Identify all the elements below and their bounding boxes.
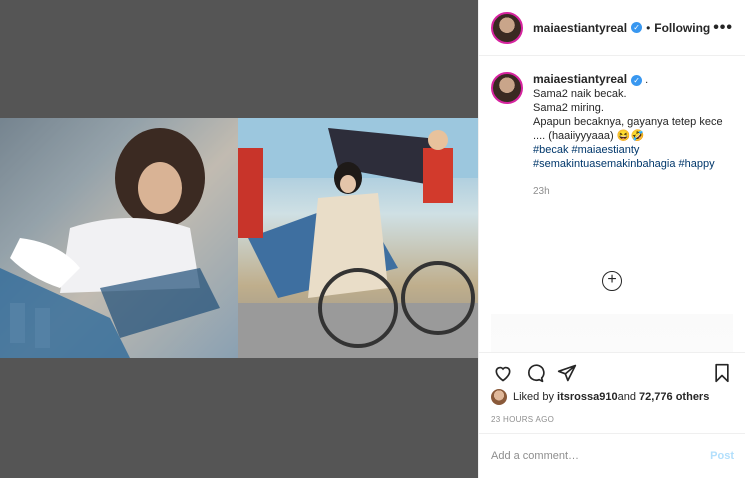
caption-line: .... (haaiiyyyaaa) 😆🤣 [533,130,645,142]
liker-username[interactable]: itsrossa910 [557,391,618,403]
comments-placeholder [491,314,733,352]
hashtag-line[interactable]: #semakintuasemakinbahagia #happy [533,157,723,171]
post-side-panel: maiaestiantyreal ✓ • Following ••• maiae… [478,0,745,478]
load-more-comments-icon[interactable]: + [602,271,622,291]
likes-middle: and [617,391,636,403]
comments-area: maiaestiantyreal ✓ . Sama2 naik becak. Sa… [479,56,745,352]
more-options-icon[interactable]: ••• [713,19,733,37]
post-timestamp: 23 HOURS AGO [491,415,555,424]
photo-right-becak-modern [238,118,478,358]
likes-prefix: Liked by [513,391,554,403]
verified-badge-icon: ✓ [631,22,643,33]
author-avatar[interactable] [491,11,523,44]
caption-suffix: . [645,74,649,86]
caption-line: Apapun becaknya, gayanya tetep kece [533,116,723,128]
add-comment-bar: Post [479,433,745,478]
comment-icon[interactable] [523,361,547,385]
likes-count-link[interactable]: 72,776 others [639,391,709,403]
following-button[interactable]: Following [654,21,710,35]
caption-line: Sama2 naik becak. [533,88,627,100]
separator-dot: • [646,20,651,35]
post-media[interactable] [0,0,478,478]
caption-line: Sama2 miring. [533,102,604,114]
caption-time: 23h [533,186,550,197]
photo-right-art [238,118,478,358]
instagram-post-view: maiaestiantyreal ✓ • Following ••• maiae… [0,0,745,478]
likes-summary: Liked by itsrossa910 and 72,776 others [491,389,709,405]
action-bar [479,352,745,392]
photo-left-art [0,118,238,358]
share-icon[interactable] [555,361,579,385]
comment-input[interactable] [491,450,711,462]
save-bookmark-icon[interactable] [710,361,734,385]
caption: maiaestiantyreal ✓ . Sama2 naik becak. Sa… [491,72,733,199]
post-comment-button[interactable]: Post [710,450,734,462]
caption-author-line: maiaestiantyreal ✓ . [533,72,723,87]
caption-body: maiaestiantyreal ✓ . Sama2 naik becak. Sa… [533,72,723,199]
photo-left-becak-vintage [0,118,238,358]
caption-username[interactable]: maiaestiantyreal [533,72,627,86]
author-username[interactable]: maiaestiantyreal [533,21,627,35]
caption-avatar[interactable] [491,72,523,104]
like-heart-icon[interactable] [491,361,515,385]
post-header: maiaestiantyreal ✓ • Following ••• [479,0,745,56]
hashtag-line[interactable]: #becak #maiaestianty [533,143,723,157]
caption-verified-icon: ✓ [631,74,643,86]
liker-avatar[interactable] [491,389,507,405]
